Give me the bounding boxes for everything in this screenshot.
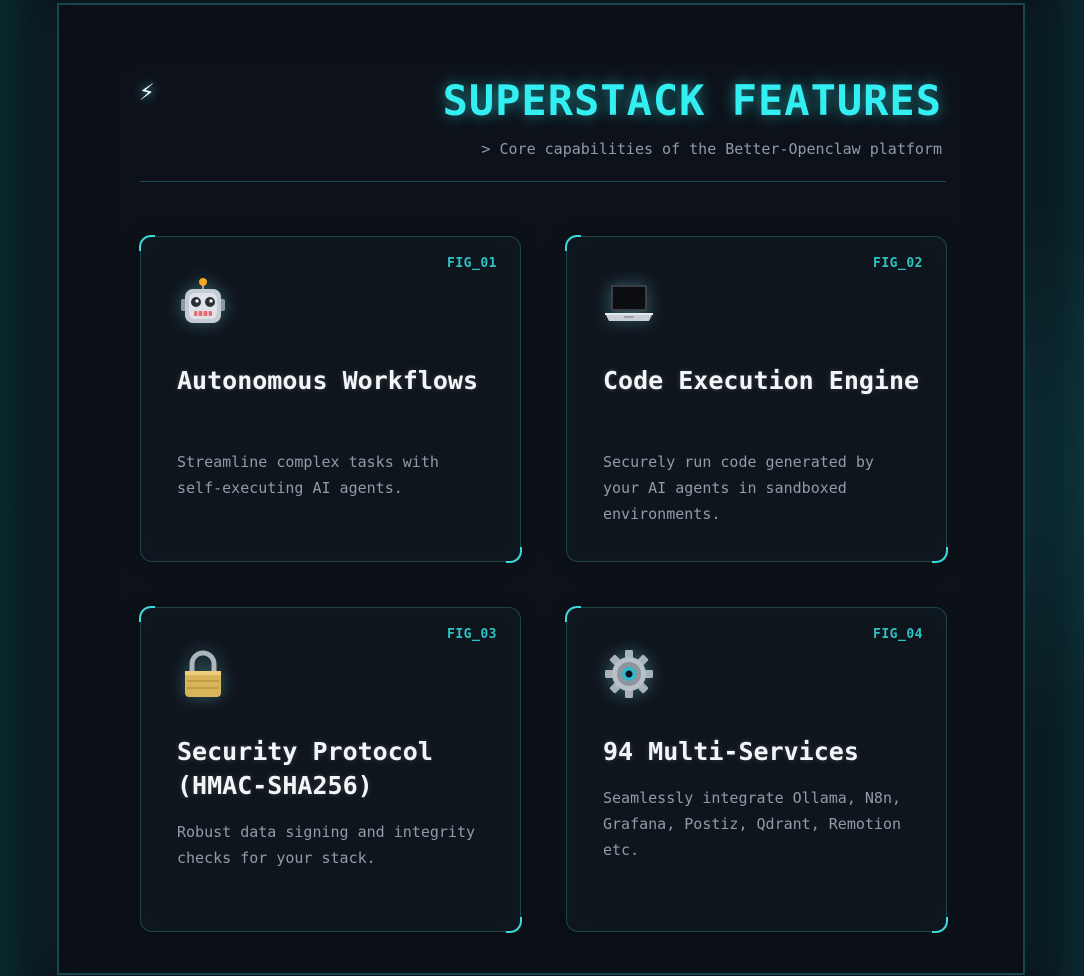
card-corner-accent (565, 606, 581, 622)
gear-icon (603, 648, 655, 700)
lightning-bolt-icon: ⚡ (139, 77, 155, 107)
page-title: SUPERSTACK FEATURES (442, 76, 942, 125)
page-subtitle: > Core capabilities of the Better-Opencl… (481, 140, 942, 158)
fig-label: FIG_03 (447, 627, 497, 642)
card-corner-accent (506, 917, 522, 933)
card-corner-accent (932, 547, 948, 563)
robot-icon (177, 277, 229, 329)
features-panel: ⚡ SUPERSTACK FEATURES > Core capabilitie… (57, 3, 1025, 975)
header-divider (140, 181, 946, 182)
card-corner-accent (932, 917, 948, 933)
feature-card-code-execution-engine: FIG_02 Code Execution Engine Securely ru… (565, 235, 948, 563)
lock-icon (177, 648, 229, 700)
feature-title: 94 Multi-Services (603, 737, 859, 766)
feature-card-autonomous-workflows: FIG_01 Autonomous Workflows Streamline c… (139, 235, 522, 563)
feature-description: Securely run code generated by your AI a… (603, 453, 874, 523)
feature-title: Code Execution Engine (603, 366, 920, 395)
feature-description: Streamline complex tasks with self-execu… (177, 453, 439, 497)
card-corner-accent (506, 547, 522, 563)
feature-description: Seamlessly integrate Ollama, N8n, Grafan… (603, 789, 902, 859)
feature-title: Autonomous Workflows (177, 366, 479, 395)
feature-card-security-protocol: FIG_03 Security Protocol (HMAC-SHA256) R… (139, 606, 522, 933)
card-corner-accent (565, 235, 581, 251)
card-corner-accent (139, 606, 155, 622)
feature-title: Security Protocol (HMAC-SHA256) (177, 737, 433, 800)
feature-card-multi-services: FIG_04 94 Multi-Services Seamlessly inte… (565, 606, 948, 933)
laptop-icon (603, 277, 655, 329)
fig-label: FIG_04 (873, 627, 923, 642)
feature-description: Robust data signing and integrity checks… (177, 823, 476, 867)
fig-label: FIG_02 (873, 256, 923, 271)
fig-label: FIG_01 (447, 256, 497, 271)
card-corner-accent (139, 235, 155, 251)
